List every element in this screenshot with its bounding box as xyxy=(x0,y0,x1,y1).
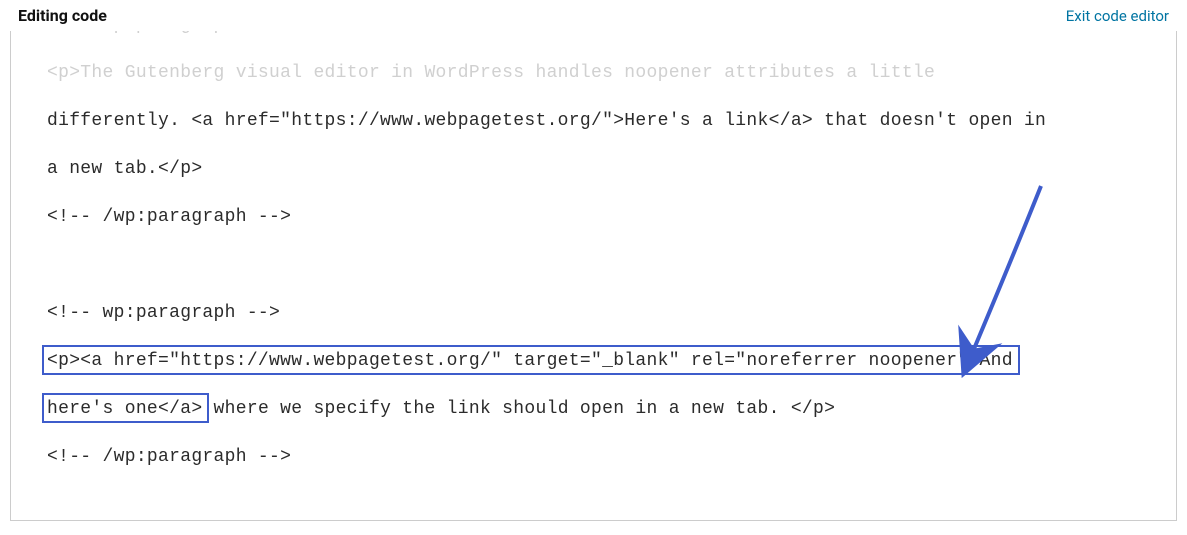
code-line: differently. <a href="https://www.webpag… xyxy=(47,111,1046,131)
editor-window: Editing code Exit code editor <!-- wp:pa… xyxy=(0,0,1187,535)
code-line: a new tab.</p> xyxy=(47,159,202,179)
code-line: <!-- wp:paragraph --> xyxy=(47,303,280,323)
code-content[interactable]: <!-- wp:paragraph --> <p>The Gutenberg v… xyxy=(11,31,1176,481)
code-line: <p>The Gutenberg visual editor in WordPr… xyxy=(47,63,935,83)
code-line: <p><a href="https://www.webpagetest.org/… xyxy=(47,351,1013,371)
exit-code-editor-link[interactable]: Exit code editor xyxy=(1066,7,1169,25)
code-editor[interactable]: <!-- wp:paragraph --> <p>The Gutenberg v… xyxy=(10,31,1177,521)
page-title: Editing code xyxy=(18,6,107,25)
topbar: Editing code Exit code editor xyxy=(0,0,1187,31)
code-line: <!-- wp:paragraph --> xyxy=(47,31,280,35)
code-line: <!-- /wp:paragraph --> xyxy=(47,207,291,227)
code-line: <!-- /wp:paragraph --> xyxy=(47,447,291,467)
code-line: here's one</a> xyxy=(47,399,202,419)
code-line: where we specify the link should open in… xyxy=(202,399,835,419)
